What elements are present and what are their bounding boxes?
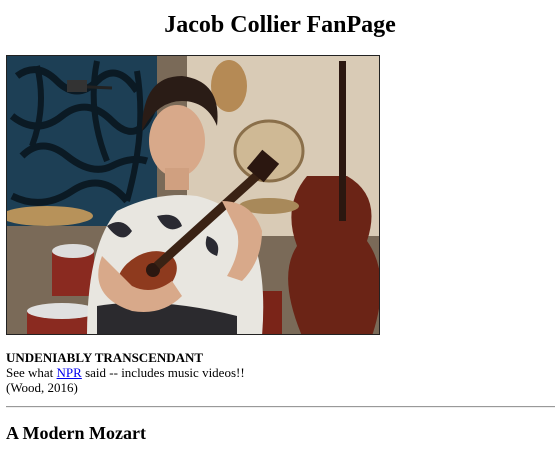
- section-heading: A Modern Mozart: [6, 423, 146, 443]
- caption-suffix: said -- includes music videos!!: [81, 365, 245, 380]
- citation: (Wood, 2016): [6, 380, 78, 395]
- caption-headline: UNDENIABLY TRANSCENDANT: [6, 350, 204, 365]
- photo-caption: UNDENIABLY TRANSCENDANT See what NPR sai…: [6, 350, 546, 395]
- horizontal-rule: [6, 406, 555, 408]
- musician-photo: [6, 55, 380, 335]
- page-title: Jacob Collier FanPage: [164, 12, 396, 38]
- caption-prefix: See what: [6, 365, 57, 380]
- npr-link[interactable]: NPR: [57, 365, 82, 380]
- caption-line: See what NPR said -- includes music vide…: [6, 365, 546, 380]
